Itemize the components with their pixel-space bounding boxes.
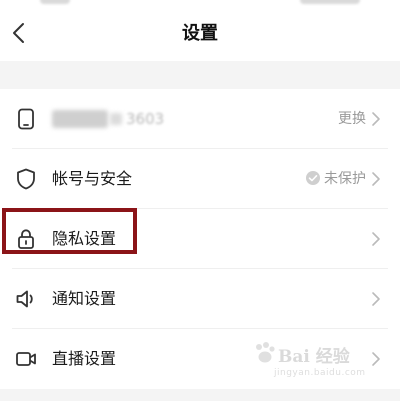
bottom-gap xyxy=(0,389,400,401)
status-bar-time-blur xyxy=(40,0,70,4)
settings-row-phone[interactable]: 3603 更换 xyxy=(0,89,400,149)
settings-row-account-security[interactable]: 帐号与安全 未保护 xyxy=(0,149,400,209)
section-gap xyxy=(0,61,400,89)
chevron-left-icon[interactable] xyxy=(6,19,34,47)
chevron-right-icon xyxy=(372,112,380,126)
page-title: 设置 xyxy=(182,23,218,44)
settings-row-label: 通知设置 xyxy=(52,289,117,308)
change-phone-label: 更换 xyxy=(338,111,366,127)
watermark-url: jingyan.baidu.com xyxy=(274,368,366,378)
shield-icon xyxy=(17,168,35,190)
settings-row-label: 帐号与安全 xyxy=(52,169,133,188)
chevron-right-icon xyxy=(372,172,380,186)
security-status: 未保护 xyxy=(306,149,366,209)
status-bar-indicators-blur xyxy=(300,0,360,4)
paw-icon xyxy=(256,342,275,363)
chevron-right-icon xyxy=(372,232,380,246)
security-status-text: 未保护 xyxy=(324,171,366,187)
privacy-highlight-annotation xyxy=(2,208,137,254)
settings-row-label: 直播设置 xyxy=(52,349,117,368)
chevron-right-icon xyxy=(372,292,380,306)
masked-phone-number: 3603 xyxy=(52,108,184,130)
settings-row-notifications[interactable]: 通知设置 xyxy=(0,269,400,329)
speaker-icon xyxy=(16,290,33,308)
baidu-jingyan-watermark: Bai 经验 jingyan.baidu.com xyxy=(252,338,392,388)
check-circle-icon xyxy=(306,171,320,185)
top-nav-bar: 设置 xyxy=(0,6,400,61)
watermark-brand: Bai 经验 xyxy=(278,347,350,367)
phone-icon xyxy=(18,108,34,130)
video-camera-icon xyxy=(16,352,36,366)
